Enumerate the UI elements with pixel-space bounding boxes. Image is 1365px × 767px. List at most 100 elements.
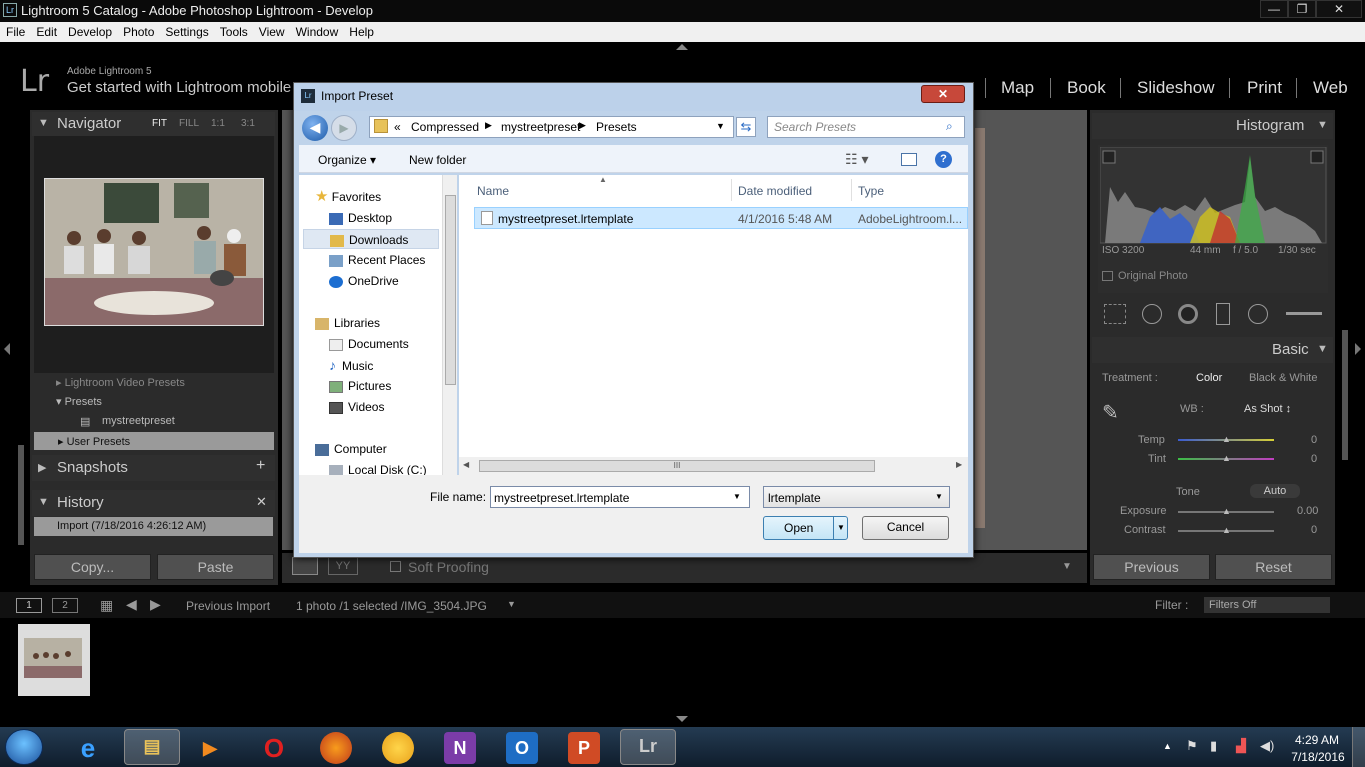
breadcrumb-compressed[interactable]: Compressed — [411, 120, 479, 134]
nav-scroll-thumb[interactable] — [445, 195, 456, 385]
left-panel-toggle-icon[interactable] — [4, 343, 10, 355]
nav-scrollbar[interactable] — [442, 175, 457, 475]
nav-documents[interactable]: Documents — [329, 334, 409, 354]
copy-button[interactable]: Copy... — [34, 554, 151, 580]
zoom-3-1[interactable]: 3:1 — [241, 118, 255, 129]
loupe-view-icon[interactable] — [292, 557, 318, 575]
treatment-bw[interactable]: Black & White — [1249, 372, 1317, 384]
zoom-1-1[interactable]: 1:1 — [211, 118, 225, 129]
module-web[interactable]: Web — [1313, 78, 1348, 98]
before-after-button[interactable]: YY — [328, 557, 358, 575]
histogram-header[interactable]: Histogram ▼ — [1092, 113, 1333, 139]
breadcrumb-mystreetpreset[interactable]: mystreetpreset — [501, 120, 580, 134]
column-name[interactable]: Name — [477, 184, 509, 198]
right-panel-toggle-icon[interactable] — [1355, 343, 1361, 355]
filename-dropdown-icon[interactable]: ▼ — [733, 492, 741, 501]
top-panel-toggle-icon[interactable] — [676, 44, 688, 50]
auto-tone-button[interactable]: Auto — [1250, 484, 1300, 498]
menu-view[interactable]: View — [253, 22, 290, 39]
opera-icon[interactable]: O — [258, 732, 290, 764]
red-eye-icon[interactable] — [1178, 304, 1198, 324]
secondary-display-button[interactable]: 2 — [52, 598, 78, 613]
source-dropdown-icon[interactable]: ▼ — [507, 599, 516, 609]
nav-downloads[interactable]: Downloads — [303, 229, 439, 249]
nav-computer[interactable]: Computer — [315, 439, 387, 459]
mobile-tagline[interactable]: Get started with Lightroom mobile — [67, 79, 297, 96]
breadcrumb-separator-icon[interactable]: ▶ — [579, 120, 586, 131]
help-icon[interactable]: ? — [935, 151, 952, 168]
menu-tools[interactable]: Tools — [214, 22, 253, 39]
minimize-button[interactable]: — — [1260, 0, 1288, 18]
scroll-left-icon[interactable]: ◀ — [463, 460, 469, 469]
temp-value[interactable]: 0 — [1311, 434, 1317, 446]
address-bar[interactable]: « Compressed ▶ mystreetpreset ▶ Presets … — [369, 116, 734, 138]
module-book[interactable]: Book — [1067, 78, 1106, 98]
toolbar-menu-icon[interactable]: ▼ — [1062, 561, 1072, 572]
wb-eyedropper-icon[interactable]: ✎ — [1102, 400, 1119, 425]
preview-pane-icon[interactable] — [901, 153, 917, 166]
treatment-color[interactable]: Color — [1196, 372, 1222, 384]
filename-input[interactable]: mystreetpreset.lrtemplate ▼ — [490, 486, 750, 508]
file-explorer-icon[interactable]: ▤ — [124, 729, 180, 765]
contrast-value[interactable]: 0 — [1311, 524, 1317, 536]
left-scrollbar[interactable] — [18, 445, 24, 545]
action-center-icon[interactable]: ⚑ — [1186, 738, 1198, 754]
tint-thumb-icon[interactable]: ▲ — [1222, 453, 1231, 463]
menu-photo[interactable]: Photo — [117, 22, 159, 39]
filmstrip-thumbnail[interactable] — [18, 624, 90, 696]
forward-arrow-icon[interactable]: ▶ — [150, 596, 161, 613]
spot-removal-icon[interactable] — [1142, 304, 1162, 324]
outlook-icon[interactable]: O — [506, 732, 538, 764]
snapshots-header[interactable]: ▶ Snapshots + — [32, 455, 275, 481]
preset-item-mystreetpreset[interactable]: ▤ mystreetpreset — [34, 412, 274, 430]
zoom-fit[interactable]: FIT — [152, 118, 167, 129]
volume-icon[interactable]: ◀) — [1260, 738, 1274, 754]
show-desktop-button[interactable] — [1352, 727, 1365, 767]
nav-pictures[interactable]: Pictures — [329, 376, 391, 396]
exposure-thumb-icon[interactable]: ▲ — [1222, 506, 1231, 516]
menu-develop[interactable]: Develop — [62, 22, 117, 39]
file-row[interactable]: mystreetpreset.lrtemplate 4/1/2016 5:48 … — [474, 207, 968, 229]
source-label[interactable]: Previous Import — [186, 599, 270, 613]
back-arrow-icon[interactable]: ◀ — [126, 596, 137, 613]
add-snapshot-icon[interactable]: + — [256, 457, 265, 475]
paste-button[interactable]: Paste — [157, 554, 274, 580]
lightroom-taskbar-icon[interactable]: Lr — [620, 729, 676, 765]
network-icon[interactable]: ▟ — [1236, 738, 1246, 754]
clear-history-icon[interactable]: ✕ — [256, 494, 267, 510]
file-hscroll-thumb[interactable]: III — [479, 460, 875, 472]
nav-libraries[interactable]: Libraries — [315, 313, 380, 333]
basic-header[interactable]: Basic ▼ — [1092, 337, 1333, 363]
histogram[interactable]: ISO 3200 44 mm f / 5.0 1/30 sec Original… — [1098, 145, 1328, 293]
original-photo-checkbox[interactable] — [1102, 271, 1113, 281]
contrast-thumb-icon[interactable]: ▲ — [1222, 525, 1231, 535]
column-date[interactable]: Date modified — [738, 184, 812, 198]
preset-folder-presets[interactable]: ▾ Presets — [56, 395, 102, 408]
history-item[interactable]: Import (7/18/2016 4:26:12 AM) — [34, 517, 273, 536]
power-icon[interactable]: ▮ — [1210, 738, 1217, 754]
nav-music[interactable]: ♪ Music — [329, 355, 373, 375]
primary-display-button[interactable]: 1 — [16, 598, 42, 613]
crop-tool-icon[interactable] — [1104, 304, 1126, 324]
column-type[interactable]: Type — [858, 184, 884, 198]
module-print[interactable]: Print — [1247, 78, 1282, 98]
exposure-value[interactable]: 0.00 — [1297, 505, 1318, 517]
reset-button[interactable]: Reset — [1215, 554, 1332, 580]
new-folder-button[interactable]: New folder — [409, 153, 466, 167]
clock-time[interactable]: 4:29 AM — [1294, 733, 1340, 747]
clock-date[interactable]: 7/18/2016 — [1290, 750, 1346, 764]
module-map[interactable]: Map — [1001, 78, 1034, 98]
menu-file[interactable]: File — [0, 22, 30, 39]
history-header[interactable]: ▼ History ✕ — [32, 490, 275, 516]
radial-filter-icon[interactable] — [1248, 304, 1268, 324]
filetype-dropdown-icon[interactable]: ▼ — [935, 492, 943, 501]
maximize-button[interactable]: ❐ — [1288, 0, 1316, 18]
powerpoint-icon[interactable]: P — [568, 732, 600, 764]
preset-folder-user[interactable]: ▸ User Presets — [34, 432, 274, 450]
search-icon[interactable]: ⌕ — [946, 119, 953, 134]
filmstrip-toggle-icon[interactable] — [676, 716, 688, 722]
refresh-icon[interactable]: ⇆ — [736, 117, 756, 137]
zoom-fill[interactable]: FILL — [179, 118, 199, 129]
breadcrumb-overflow[interactable]: « — [394, 120, 401, 134]
grid-view-icon[interactable]: ▦ — [100, 597, 113, 614]
